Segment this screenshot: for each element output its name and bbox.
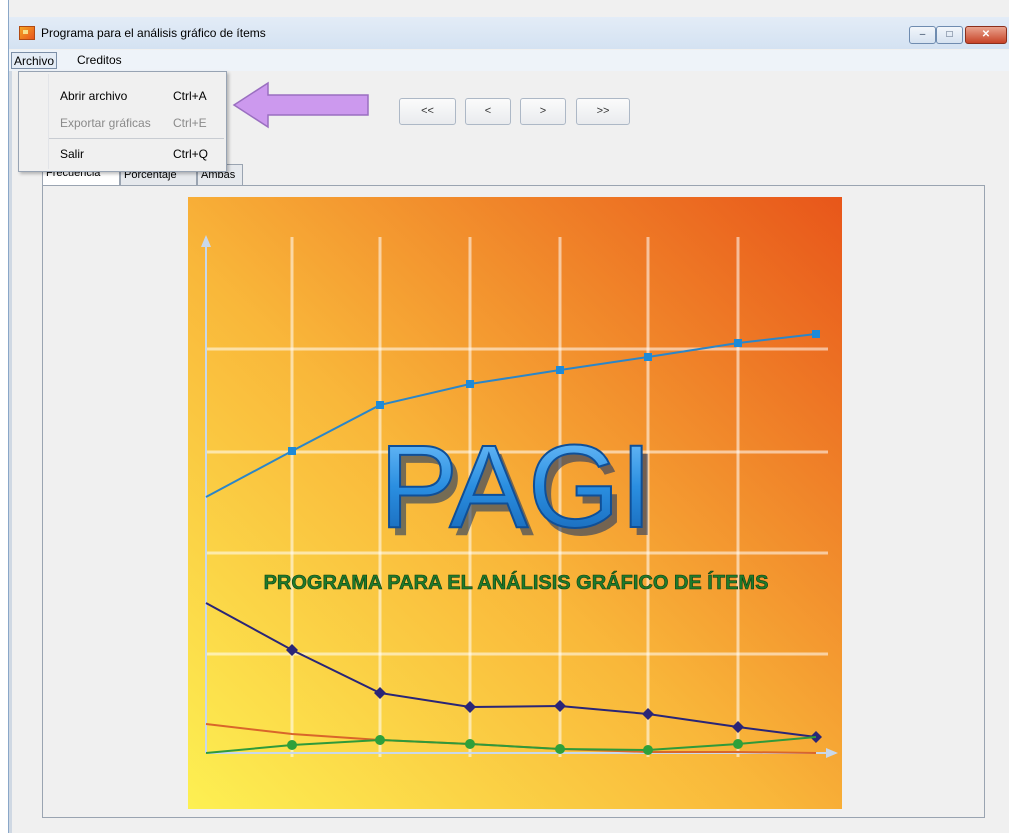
menu-item-shortcut: Ctrl+Q <box>173 147 209 161</box>
menu-archivo[interactable]: Archivo <box>11 52 58 69</box>
menu-item-label: Abrir archivo <box>60 89 128 103</box>
menu-bar: Archivo Creditos <box>9 50 1009 71</box>
next-button[interactable]: > <box>520 98 566 125</box>
pagi-app-icon <box>19 26 35 40</box>
archivo-dropdown-menu: Abrir archivo Ctrl+A Exportar gráficas C… <box>18 71 227 172</box>
window-title: Programa para el análisis gráfico de íte… <box>41 26 266 40</box>
menu-item-shortcut: Ctrl+A <box>173 89 207 103</box>
pagi-logo: PAGI <box>379 421 652 553</box>
menu-item-salir[interactable]: Salir Ctrl+Q <box>19 143 226 165</box>
close-button[interactable]: ✕ <box>965 26 1007 44</box>
first-button[interactable]: << <box>399 98 456 125</box>
menu-item-label: Salir <box>60 147 85 161</box>
last-button[interactable]: >> <box>576 98 630 125</box>
window-left-edge <box>9 71 12 833</box>
menu-item-shortcut: Ctrl+E <box>173 116 207 130</box>
menu-separator <box>49 138 224 139</box>
menu-item-exportar-graficas[interactable]: Exportar gráficas Ctrl+E <box>19 112 226 134</box>
menu-item-abrir-archivo[interactable]: Abrir archivo Ctrl+A <box>19 85 226 107</box>
splash-subtitle: PROGRAMA PARA EL ANÁLISIS GRÁFICO DE ÍTE… <box>264 571 769 594</box>
left-arrow-icon <box>232 81 369 129</box>
maximize-button[interactable]: □ <box>936 26 963 44</box>
minimize-button[interactable]: – <box>909 26 936 44</box>
title-bar: Programa para el análisis gráfico de íte… <box>9 17 1009 49</box>
pagi-splash-image: PAGI PAGI PROGRAMA PARA EL ANÁLISIS GRÁF… <box>188 197 842 809</box>
previous-button[interactable]: < <box>465 98 511 125</box>
menu-creditos[interactable]: Creditos <box>75 52 124 69</box>
menu-item-label: Exportar gráficas <box>60 116 151 130</box>
